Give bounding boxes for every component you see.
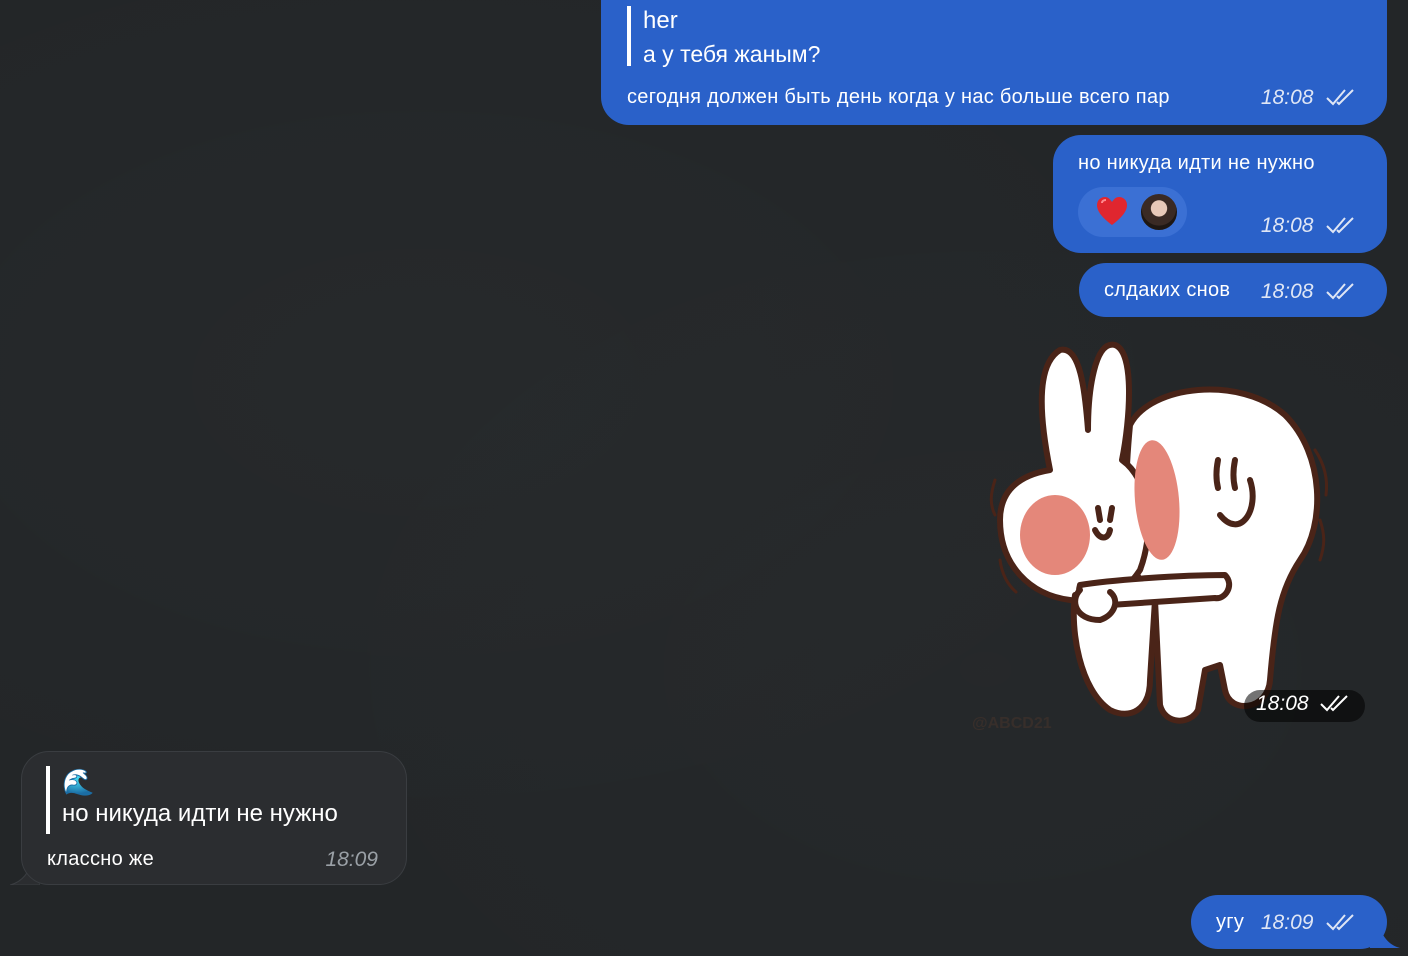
message-meta: 18:08 — [1261, 85, 1359, 111]
reaction-pill[interactable] — [1078, 187, 1187, 237]
message-time: 18:08 — [1260, 86, 1314, 109]
message-meta: 18:08 — [1261, 279, 1359, 305]
message-text: классно же — [47, 848, 154, 870]
message-text: сегодня должен быть день когда у нас бол… — [627, 86, 1170, 108]
message-meta: 18:09 — [1261, 910, 1359, 936]
double-check-icon — [1326, 89, 1354, 106]
double-check-icon — [1320, 695, 1348, 712]
message-text: слдаких снов — [1104, 279, 1231, 301]
message-time: 18:09 — [1260, 911, 1314, 934]
sticker-message[interactable]: @ABCD21 18:08 — [972, 330, 1380, 740]
outgoing-message[interactable]: угу 18:09 — [1191, 895, 1387, 949]
outgoing-message[interactable]: слдаких снов 18:08 — [1079, 263, 1387, 317]
wave-emoji-icon: 🌊 — [62, 767, 95, 797]
outgoing-message-with-reaction[interactable]: но никуда идти не нужно 18:08 — [1053, 135, 1387, 253]
message-text: но никуда идти не нужно — [1078, 152, 1315, 174]
message-time: 18:09 — [325, 848, 378, 871]
reply-sender-name: her — [643, 7, 678, 34]
message-text: угу — [1216, 911, 1245, 933]
avatar — [1139, 192, 1179, 232]
double-check-icon — [1326, 283, 1354, 300]
message-meta: 18:09 — [325, 847, 378, 873]
sticker-time-badge: 18:08 — [1244, 690, 1366, 722]
reply-quoted-text: но никуда идти не нужно — [62, 799, 338, 827]
message-time: 18:08 — [1260, 280, 1314, 303]
outgoing-message-reply[interactable]: her а у тебя жаным? сегодня должен быть … — [601, 0, 1387, 125]
reply-quote[interactable]: 🌊 но никуда идти не нужно — [46, 766, 338, 834]
message-time: 18:08 — [1260, 214, 1314, 237]
reply-quote[interactable]: her а у тебя жаным? — [627, 6, 821, 67]
double-check-icon — [1326, 217, 1354, 234]
incoming-message-reply[interactable]: 🌊 но никуда идти не нужно классно же 18:… — [21, 751, 407, 885]
message-time: 18:08 — [1256, 692, 1309, 715]
double-check-icon — [1326, 914, 1354, 931]
message-meta: 18:08 — [1261, 213, 1359, 239]
reply-quoted-text: а у тебя жаным? — [643, 41, 821, 67]
sticker-watermark: @ABCD21 — [972, 715, 1052, 732]
bunny-hug-sticker — [989, 341, 1329, 724]
heart-icon — [1096, 197, 1128, 234]
